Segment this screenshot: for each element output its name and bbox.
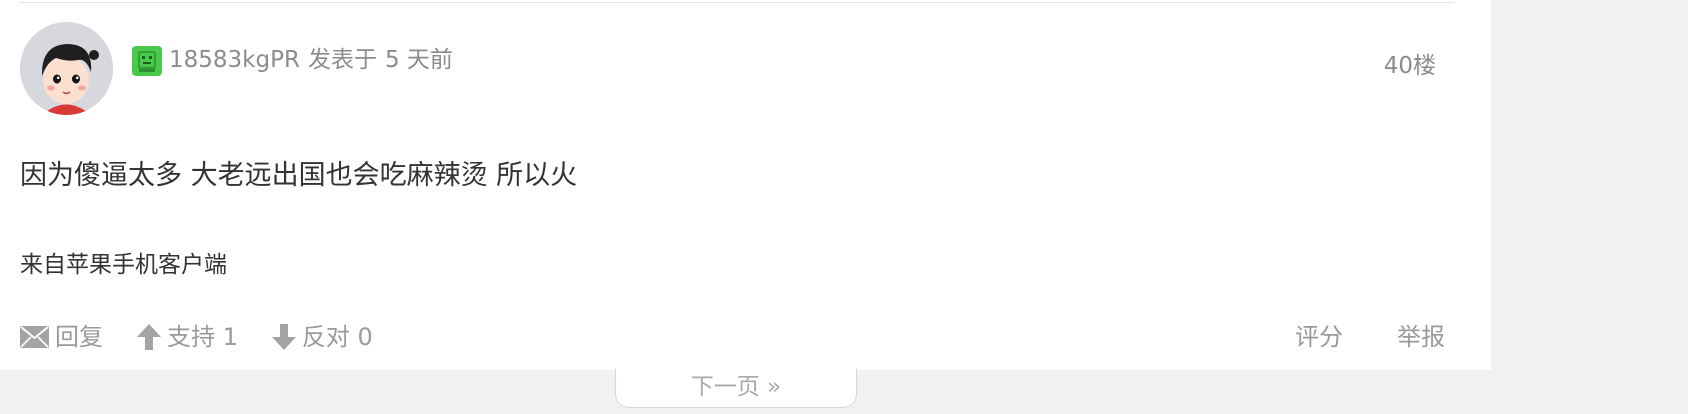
- post-secondary-actions: 评分 举报: [1241, 320, 1445, 354]
- posted-label: 发表于: [307, 47, 377, 73]
- reply-button[interactable]: 回复: [20, 320, 103, 354]
- avatar[interactable]: [20, 22, 113, 115]
- post-actions: 回复 支持 1 反对 0: [20, 320, 407, 354]
- level-badge-icon: [132, 46, 162, 76]
- report-button[interactable]: 举报: [1397, 320, 1445, 354]
- oppose-label: 反对 0: [301, 323, 373, 351]
- arrow-down-icon: [271, 324, 296, 350]
- arrow-up-icon: [137, 324, 161, 350]
- post-content: 因为傻逼太多 大老远出国也会吃麻辣烫 所以火: [20, 160, 578, 191]
- support-button[interactable]: 支持 1: [137, 320, 238, 354]
- divider: [20, 2, 1454, 3]
- post-card: 18583kgPR 发表于 5 天前 40楼 因为傻逼太多 大老远出国也会吃麻辣烫 …: [0, 0, 1491, 370]
- post-source: 来自苹果手机客户端: [20, 252, 227, 278]
- post-time: 5 天前: [384, 47, 453, 73]
- reply-label: 回复: [55, 323, 103, 351]
- page: 18583kgPR 发表于 5 天前 40楼 因为傻逼太多 大老远出国也会吃麻辣烫 …: [0, 0, 1688, 414]
- support-label: 支持 1: [167, 323, 238, 351]
- post-meta: 18583kgPR 发表于 5 天前: [169, 44, 453, 76]
- floor-number[interactable]: 40楼: [1384, 50, 1436, 82]
- rate-button[interactable]: 评分: [1295, 320, 1343, 354]
- oppose-button[interactable]: 反对 0: [271, 320, 373, 354]
- username-link[interactable]: 18583kgPR: [169, 47, 300, 73]
- envelope-icon: [20, 326, 49, 348]
- next-page-button[interactable]: 下一页 »: [615, 368, 857, 408]
